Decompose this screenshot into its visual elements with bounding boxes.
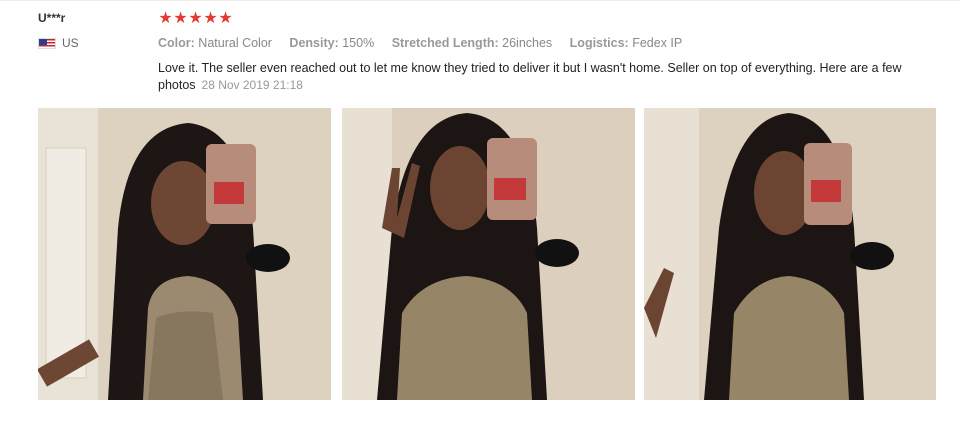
country-code: US xyxy=(62,36,79,50)
attribute-length: Stretched Length: 26inches xyxy=(391,36,553,50)
star-rating: ★ ★ ★ ★ ★ xyxy=(158,10,233,28)
reviewer-name: U***r xyxy=(38,11,66,25)
star-icon: ★ xyxy=(188,10,203,27)
review-photo-3[interactable] xyxy=(644,108,936,400)
star-icon: ★ xyxy=(158,10,173,27)
review-date: 28 Nov 2019 21:18 xyxy=(201,78,303,92)
selfie-photo-image xyxy=(342,108,635,400)
review-photos xyxy=(38,108,938,400)
review-photo-2[interactable] xyxy=(342,108,635,400)
attribute-logistics: Logistics: Fedex IP xyxy=(569,36,683,50)
attribute-density: Density: 150% xyxy=(289,36,375,50)
selfie-photo-image xyxy=(38,108,331,400)
reviewer-country: US xyxy=(38,36,79,50)
product-attributes: Color: Natural Color Density: 150% Stret… xyxy=(158,36,696,50)
star-icon: ★ xyxy=(203,10,218,27)
us-flag-icon xyxy=(38,37,56,49)
top-divider xyxy=(0,0,960,1)
review-text: Love it. The seller even reached out to … xyxy=(158,60,938,94)
attribute-color: Color: Natural Color xyxy=(158,36,272,50)
review-photo-1[interactable] xyxy=(38,108,331,400)
star-icon: ★ xyxy=(218,10,233,27)
selfie-photo-image xyxy=(644,108,936,400)
star-icon: ★ xyxy=(173,10,188,27)
